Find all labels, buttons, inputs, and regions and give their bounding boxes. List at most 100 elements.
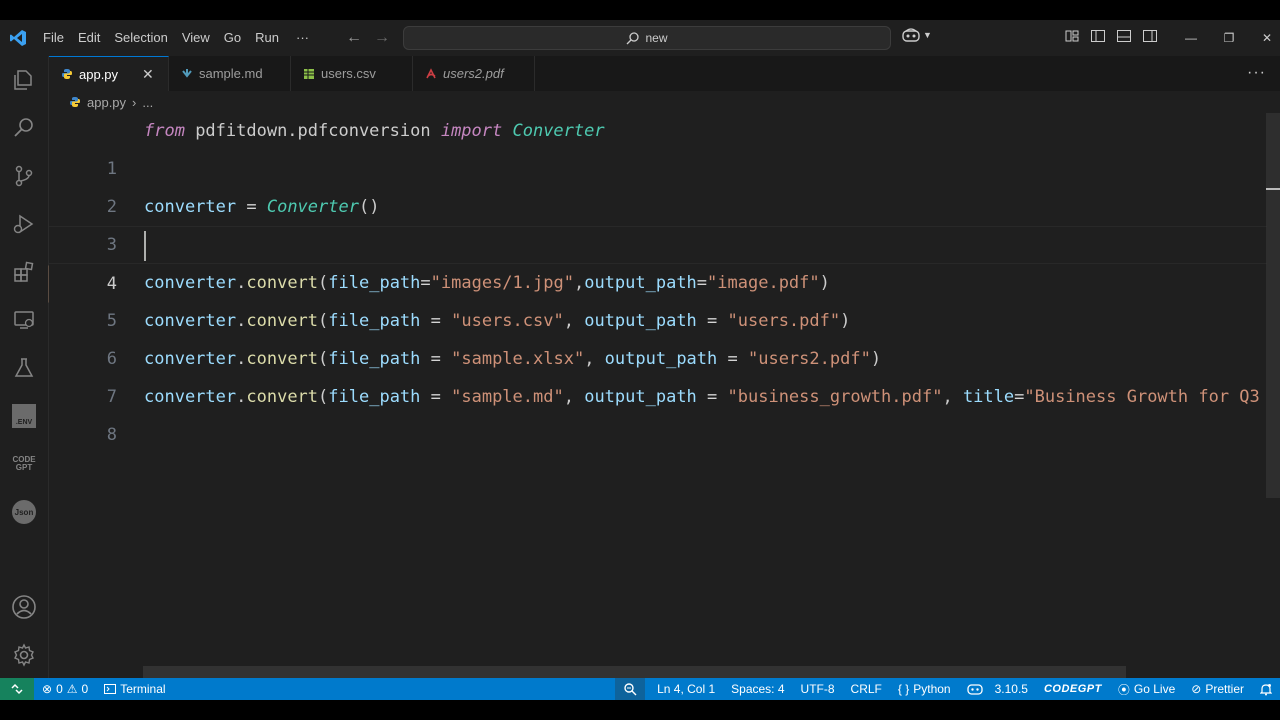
end-of-line[interactable]: CRLF	[843, 678, 890, 700]
language-mode[interactable]: { } Python	[890, 678, 959, 700]
tab-app-py[interactable]: app.py ✕	[49, 56, 169, 91]
encoding[interactable]: UTF-8	[793, 678, 843, 700]
source-control-icon[interactable]	[0, 152, 48, 200]
status-right: Ln 4, Col 1 Spaces: 4 UTF-8 CRLF { } Pyt…	[615, 678, 1280, 700]
tab-label: users.csv	[321, 66, 376, 81]
horizontal-scrollbar[interactable]	[143, 666, 1126, 678]
indentation[interactable]: Spaces: 4	[723, 678, 792, 700]
close-window-icon[interactable]: ✕	[1248, 20, 1280, 56]
forward-arrow-icon[interactable]: →	[374, 29, 390, 47]
menu-run[interactable]: Run	[248, 20, 286, 56]
terminal-button[interactable]: Terminal	[96, 678, 173, 700]
notifications-bell-icon[interactable]	[1252, 678, 1280, 700]
remote-explorer-icon[interactable]	[0, 296, 48, 344]
window-controls: — ❐ ✕	[1172, 20, 1280, 56]
search-icon	[627, 31, 640, 44]
editor-tabs: app.py ✕ sample.md users.csv users2.pdf …	[49, 56, 1280, 92]
tab-users-csv[interactable]: users.csv	[291, 56, 413, 91]
codegpt-label: CODE GPT	[12, 455, 36, 472]
close-icon[interactable]: ✕	[142, 66, 154, 83]
go-live-button[interactable]: ⦿ Go Live	[1110, 678, 1183, 700]
code-line-3: 3 converter = Converter()	[49, 188, 1267, 255]
tab-more-actions-button[interactable]: ···	[1247, 64, 1266, 82]
code-text: converter.convert(file_path = "sample.xl…	[144, 349, 882, 369]
json-label: Json	[12, 500, 36, 524]
code-text: from pdfitdown.pdfconversion import Conv…	[144, 121, 605, 141]
prettier-check-icon: ⊘	[1191, 682, 1202, 696]
braces-icon: { }	[897, 682, 910, 696]
toggle-panel-icon[interactable]	[1116, 28, 1132, 44]
command-center-search[interactable]: new	[403, 26, 891, 50]
restore-icon[interactable]: ❐	[1210, 20, 1248, 56]
menu-go[interactable]: Go	[217, 20, 248, 56]
breadcrumb-file[interactable]: app.py	[87, 95, 126, 110]
code-text: converter.convert(file_path = "users.csv…	[144, 311, 851, 331]
broadcast-icon: ⦿	[1117, 682, 1130, 697]
breadcrumb-separator: ›	[132, 94, 137, 110]
account-icon[interactable]	[0, 583, 48, 631]
code-line-1: 1 from pdfitdown.pdfconversion import Co…	[49, 113, 1267, 179]
title-bar: File Edit Selection View Go Run ··· ← → …	[0, 20, 1280, 56]
menu-file[interactable]: File	[36, 20, 71, 56]
python-interpreter[interactable]: 3.10.5	[959, 678, 1036, 700]
extensions-icon[interactable]	[0, 248, 48, 296]
breadcrumb: app.py › ...	[49, 91, 1280, 113]
prettier-button[interactable]: ⊘ Prettier	[1183, 678, 1252, 700]
warning-icon: ⚠	[66, 682, 78, 696]
tab-sample-md[interactable]: sample.md	[169, 56, 291, 91]
codegpt-status[interactable]: CODEGPT	[1036, 678, 1110, 700]
terminal-label: Terminal	[120, 682, 166, 696]
remote-indicator-icon[interactable]	[0, 678, 34, 700]
codegpt-icon[interactable]: CODE GPT	[0, 440, 48, 488]
csv-icon	[304, 68, 314, 79]
env-icon[interactable]: .ENV	[0, 392, 48, 440]
search-icon[interactable]	[0, 104, 48, 152]
copilot-icon	[902, 28, 920, 42]
json-icon[interactable]: Json	[0, 488, 48, 536]
warning-count: 0	[81, 682, 89, 696]
back-arrow-icon[interactable]: ←	[346, 29, 362, 47]
copilot-button[interactable]: ▼	[902, 28, 932, 42]
code-line-7: 7 converter.convert(file_path = "sample.…	[49, 340, 1267, 407]
menu-edit[interactable]: Edit	[71, 20, 107, 56]
cursor-position[interactable]: Ln 4, Col 1	[649, 678, 723, 700]
breadcrumb-rest[interactable]: ...	[142, 95, 153, 110]
menu-more-button[interactable]: ···	[286, 20, 319, 56]
search-text: new	[645, 31, 668, 45]
terminal-icon	[104, 684, 117, 694]
menu-selection[interactable]: Selection	[107, 20, 174, 56]
chevron-down-icon: ▼	[923, 30, 932, 40]
code-text: converter = Converter()	[144, 197, 380, 217]
tab-label: app.py	[79, 66, 119, 82]
status-bar: ⊗ 0 ⚠ 0 Terminal Ln 4, Col 1 Spaces: 4 U…	[0, 678, 1280, 700]
top-letterbox	[0, 0, 1280, 20]
code-editor[interactable]: 1 from pdfitdown.pdfconversion import Co…	[49, 113, 1280, 678]
code-line-5: 5 converter.convert(file_path="images/1.…	[49, 264, 1267, 331]
prettier-label: Prettier	[1205, 682, 1244, 696]
language-label: Python	[913, 682, 951, 696]
tab-label: sample.md	[199, 66, 263, 81]
vertical-scrollbar[interactable]	[1266, 113, 1280, 498]
testing-icon[interactable]	[0, 344, 48, 392]
menu-view[interactable]: View	[175, 20, 217, 56]
toggle-primary-sidebar-icon[interactable]	[1090, 28, 1106, 44]
tab-users2-pdf[interactable]: users2.pdf	[413, 56, 535, 91]
run-debug-icon[interactable]	[0, 200, 48, 248]
code-line-2: 2	[49, 150, 1267, 217]
copilot-status-icon	[966, 684, 983, 695]
explorer-icon[interactable]	[0, 56, 48, 104]
activity-bar: .ENV CODE GPT Json	[0, 56, 49, 678]
python-icon	[70, 97, 80, 107]
problems-indicator[interactable]: ⊗ 0 ⚠ 0	[34, 678, 96, 700]
markdown-icon	[182, 68, 192, 78]
customize-layout-icon[interactable]	[1064, 28, 1080, 44]
zoom-icon[interactable]	[615, 678, 646, 700]
tab-label: users2.pdf	[443, 66, 504, 81]
pdf-icon	[426, 67, 436, 78]
bottom-letterbox	[0, 700, 1280, 720]
code-line-4: 4	[49, 226, 1267, 294]
minimize-icon[interactable]: —	[1172, 20, 1210, 56]
code-text: converter.convert(file_path="images/1.jp…	[144, 273, 830, 293]
settings-gear-icon[interactable]	[0, 631, 48, 679]
toggle-secondary-sidebar-icon[interactable]	[1142, 28, 1158, 44]
